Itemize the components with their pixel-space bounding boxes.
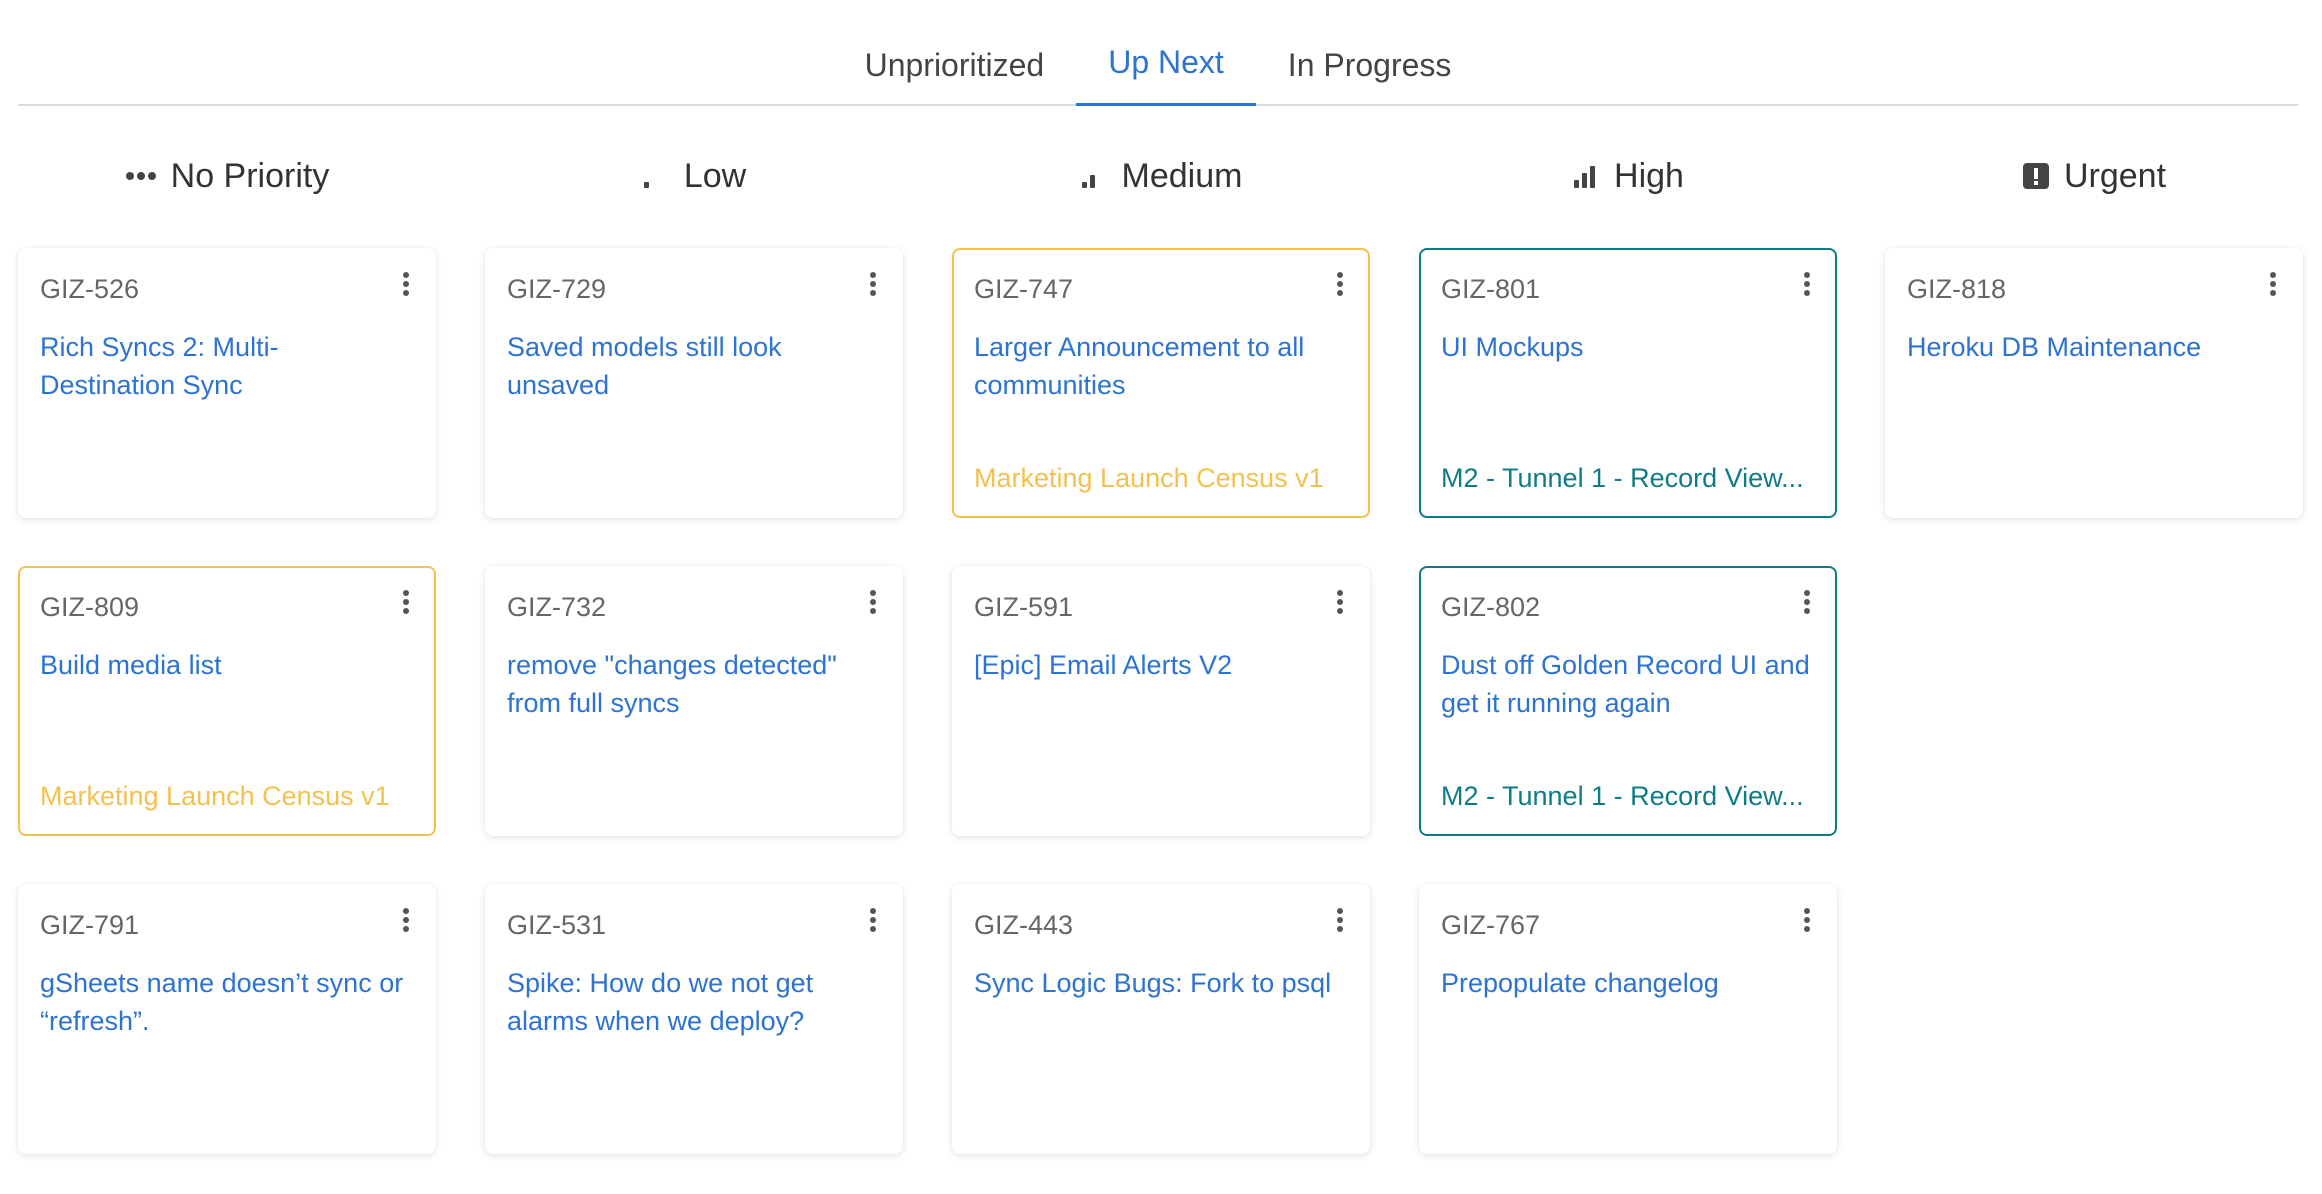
more-options-icon[interactable] bbox=[1334, 590, 1346, 618]
issue-title-link[interactable]: Build media list bbox=[40, 646, 410, 684]
priority-column-medium: Medium GIZ-747 Larger Announcement to all … bbox=[952, 104, 1370, 1154]
more-options-icon[interactable] bbox=[400, 908, 412, 936]
issue-id: GIZ-802 bbox=[1441, 592, 1541, 622]
urgent-priority-icon bbox=[2022, 162, 2050, 190]
issue-card[interactable]: GIZ-526 Rich Syncs 2: Multi-Destination S… bbox=[18, 248, 436, 518]
issue-card[interactable]: GIZ-802 Dust off Golden Record UI and get… bbox=[1419, 566, 1837, 836]
issue-title-link[interactable]: Sync Logic Bugs: Fork to psql bbox=[974, 964, 1344, 1002]
column-header: Low bbox=[485, 104, 903, 248]
more-options-icon[interactable] bbox=[400, 272, 412, 300]
issue-title-link[interactable]: Prepopulate changelog bbox=[1441, 964, 1811, 1002]
column-label: Medium bbox=[1121, 156, 1243, 195]
issue-id: GIZ-729 bbox=[507, 274, 607, 304]
view-tabs: Unprioritized Up Next In Progress bbox=[18, 0, 2298, 106]
issue-card[interactable]: GIZ-732 remove "changes detected" from fu… bbox=[485, 566, 903, 836]
column-label: No Priority bbox=[170, 156, 330, 195]
issue-id: GIZ-443 bbox=[974, 910, 1074, 940]
priority-column-urgent: Urgent GIZ-818 Heroku DB Maintenance bbox=[1885, 104, 2303, 518]
issue-title-link[interactable]: Spike: How do we not get alarms when we … bbox=[507, 964, 877, 1040]
issue-card[interactable]: GIZ-531 Spike: How do we not get alarms w… bbox=[485, 884, 903, 1154]
issue-title-link[interactable]: Heroku DB Maintenance bbox=[1907, 328, 2277, 366]
high-priority-icon bbox=[1572, 164, 1600, 188]
no-priority-icon bbox=[125, 170, 157, 182]
issue-title-link[interactable]: Rich Syncs 2: Multi-Destination Sync bbox=[40, 328, 410, 404]
issue-card[interactable]: GIZ-791 gSheets name doesn’t sync or “ref… bbox=[18, 884, 436, 1154]
tab-up-next[interactable]: Up Next bbox=[1076, 43, 1256, 106]
issue-id: GIZ-732 bbox=[507, 592, 607, 622]
issue-title-link[interactable]: gSheets name doesn’t sync or “refresh”. bbox=[40, 964, 410, 1040]
priority-column-no-priority: No Priority GIZ-526 Rich Syncs 2: Multi-De… bbox=[18, 104, 436, 1154]
issue-id: GIZ-591 bbox=[974, 592, 1074, 622]
issue-card[interactable]: GIZ-809 Build media list Marketing Launch … bbox=[18, 566, 436, 836]
column-label: High bbox=[1614, 156, 1684, 195]
project-label[interactable]: Marketing Launch Census v1 bbox=[40, 781, 410, 812]
low-priority-icon bbox=[642, 164, 670, 188]
more-options-icon[interactable] bbox=[400, 590, 412, 618]
more-options-icon[interactable] bbox=[1801, 908, 1813, 936]
more-options-icon[interactable] bbox=[1334, 908, 1346, 936]
more-options-icon[interactable] bbox=[1801, 272, 1813, 300]
issue-id: GIZ-747 bbox=[974, 274, 1074, 304]
issue-title-link[interactable]: remove "changes detected" from full sync… bbox=[507, 646, 877, 722]
project-label[interactable]: Marketing Launch Census v1 bbox=[974, 463, 1344, 494]
issue-title-link[interactable]: UI Mockups bbox=[1441, 328, 1811, 366]
priority-column-low: Low GIZ-729 Saved models still look unsave… bbox=[485, 104, 903, 1154]
issue-card[interactable]: GIZ-747 Larger Announcement to all commun… bbox=[952, 248, 1370, 518]
column-header: No Priority bbox=[18, 104, 436, 248]
issue-id: GIZ-791 bbox=[40, 910, 140, 940]
column-header: High bbox=[1419, 104, 1837, 248]
more-options-icon[interactable] bbox=[1334, 272, 1346, 300]
issue-card[interactable]: GIZ-818 Heroku DB Maintenance bbox=[1885, 248, 2303, 518]
more-options-icon[interactable] bbox=[867, 908, 879, 936]
medium-priority-icon bbox=[1080, 164, 1108, 188]
more-options-icon[interactable] bbox=[1801, 590, 1813, 618]
column-header: Urgent bbox=[1885, 104, 2303, 248]
issue-title-link[interactable]: Larger Announcement to all communities bbox=[974, 328, 1344, 404]
issue-title-link[interactable]: Dust off Golden Record UI and get it run… bbox=[1441, 646, 1811, 722]
issue-title-link[interactable]: Saved models still look unsaved bbox=[507, 328, 877, 404]
issue-card[interactable]: GIZ-801 UI Mockups M2 - Tunnel 1 - Record … bbox=[1419, 248, 1837, 518]
issue-id: GIZ-801 bbox=[1441, 274, 1541, 304]
issue-card[interactable]: GIZ-591 [Epic] Email Alerts V2 bbox=[952, 566, 1370, 836]
issue-card[interactable]: GIZ-729 Saved models still look unsaved bbox=[485, 248, 903, 518]
more-options-icon[interactable] bbox=[2267, 272, 2279, 300]
issue-id: GIZ-531 bbox=[507, 910, 607, 940]
issue-card[interactable]: GIZ-767 Prepopulate changelog bbox=[1419, 884, 1837, 1154]
tab-unprioritized[interactable]: Unprioritized bbox=[833, 46, 1077, 106]
column-label: Low bbox=[683, 156, 747, 195]
issue-id: GIZ-767 bbox=[1441, 910, 1541, 940]
priority-column-high: High GIZ-801 UI Mockups M2 - Tunnel 1 - Rec… bbox=[1419, 104, 1837, 1154]
issue-title-link[interactable]: [Epic] Email Alerts V2 bbox=[974, 646, 1344, 684]
more-options-icon[interactable] bbox=[867, 590, 879, 618]
column-header: Medium bbox=[952, 104, 1370, 248]
issue-id: GIZ-818 bbox=[1907, 274, 2007, 304]
column-label: Urgent bbox=[2063, 156, 2167, 195]
issue-id: GIZ-526 bbox=[40, 274, 140, 304]
tab-in-progress[interactable]: In Progress bbox=[1256, 46, 1484, 106]
project-label[interactable]: M2 - Tunnel 1 - Record View... bbox=[1441, 781, 1811, 812]
issue-id: GIZ-809 bbox=[40, 592, 140, 622]
project-label[interactable]: M2 - Tunnel 1 - Record View... bbox=[1441, 463, 1811, 494]
issue-card[interactable]: GIZ-443 Sync Logic Bugs: Fork to psql bbox=[952, 884, 1370, 1154]
more-options-icon[interactable] bbox=[867, 272, 879, 300]
